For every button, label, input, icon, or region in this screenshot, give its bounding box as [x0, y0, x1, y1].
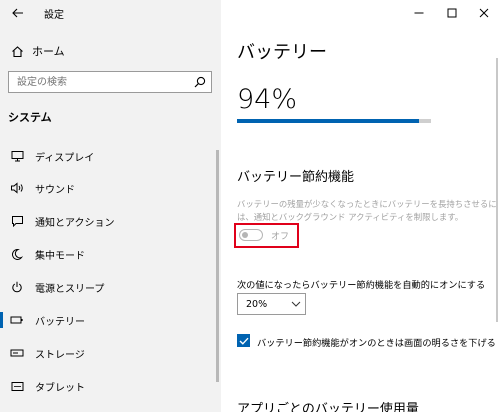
sidebar-item-storage[interactable]: ストレージ: [0, 337, 221, 369]
auto-on-threshold-dropdown[interactable]: 20%: [237, 293, 306, 315]
active-indicator: [0, 312, 3, 328]
title-bar: 設定: [0, 0, 221, 26]
search-icon[interactable]: [189, 76, 211, 88]
sidebar-item-label: タブレット: [35, 382, 85, 394]
battery-percentage: 94%: [237, 84, 298, 115]
battery-level-fill: [237, 119, 420, 123]
sidebar-item-sound[interactable]: サウンド: [0, 172, 221, 204]
storage-icon: [9, 348, 25, 358]
checkmark-icon: [239, 337, 249, 345]
sidebar-item-label: ストレージ: [35, 349, 85, 361]
dropdown-value: 20%: [246, 298, 268, 310]
content-pane: バッテリー 94% バッテリー節約機能 バッテリーの残量が少なくなったときにバッ…: [221, 0, 500, 412]
toggle-state-label: オフ: [271, 232, 290, 242]
sidebar-item-label: 電源とスリープ: [35, 283, 105, 295]
home-label: ホーム: [32, 45, 65, 58]
chevron-down-icon: [287, 301, 305, 307]
close-button[interactable]: [473, 4, 495, 22]
sidebar: 設定 ホーム システム ディスプレイ サウンド: [0, 0, 221, 412]
moon-icon: [9, 248, 25, 260]
home-icon: [9, 45, 25, 58]
sidebar-item-power[interactable]: 電源とスリープ: [0, 271, 221, 303]
sidebar-item-label: ディスプレイ: [35, 152, 95, 164]
sidebar-item-home[interactable]: ホーム: [0, 38, 221, 64]
sidebar-item-battery[interactable]: バッテリー: [0, 304, 221, 336]
content-scrollbar[interactable]: [496, 58, 498, 322]
notification-icon: [9, 215, 25, 227]
auto-on-label: 次の値になったらバッテリー節約機能を自動的にオンにする: [237, 280, 486, 291]
back-arrow-icon: [12, 8, 23, 18]
search-input[interactable]: [9, 75, 189, 89]
sidebar-item-display[interactable]: ディスプレイ: [0, 140, 221, 172]
page-title: バッテリー: [237, 42, 327, 63]
sidebar-item-notifications[interactable]: 通知とアクション: [0, 205, 221, 237]
app-title: 設定: [44, 10, 64, 21]
maximize-button[interactable]: [441, 4, 463, 22]
minimize-icon: [414, 12, 424, 14]
battery-saver-toggle[interactable]: [239, 229, 263, 241]
search-box[interactable]: [8, 71, 212, 93]
battery-icon: [9, 315, 25, 325]
minimize-button[interactable]: [408, 4, 430, 22]
battery-saver-heading: バッテリー節約機能: [237, 170, 355, 185]
sidebar-item-tablet[interactable]: タブレット: [0, 370, 221, 402]
speaker-icon: [9, 182, 25, 194]
toggle-knob: [242, 231, 248, 238]
power-icon: [9, 281, 25, 293]
sidebar-item-focus[interactable]: 集中モード: [0, 238, 221, 270]
sidebar-item-label: 集中モード: [35, 250, 85, 262]
app-usage-heading: アプリごとのバッテリー使用量: [237, 402, 419, 412]
back-button[interactable]: [6, 3, 30, 23]
close-icon: [479, 8, 489, 18]
battery-saver-description: バッテリーの残量が少なくなったときにバッテリーを長持ちさせるには、通知とバックグ…: [237, 199, 497, 222]
sidebar-item-label: サウンド: [35, 184, 75, 196]
section-title: システム: [8, 111, 52, 124]
lower-brightness-checkbox[interactable]: [237, 334, 250, 347]
sidebar-scrollbar[interactable]: [216, 150, 219, 382]
sidebar-item-label: 通知とアクション: [35, 217, 115, 229]
sidebar-item-label: バッテリー: [35, 316, 85, 328]
lower-brightness-label: バッテリー節約機能がオンのときは画面の明るさを下げる: [257, 338, 496, 349]
battery-level-bar: [237, 119, 431, 123]
display-icon: [9, 150, 25, 162]
tablet-icon: [9, 381, 25, 392]
maximize-icon: [447, 8, 457, 18]
